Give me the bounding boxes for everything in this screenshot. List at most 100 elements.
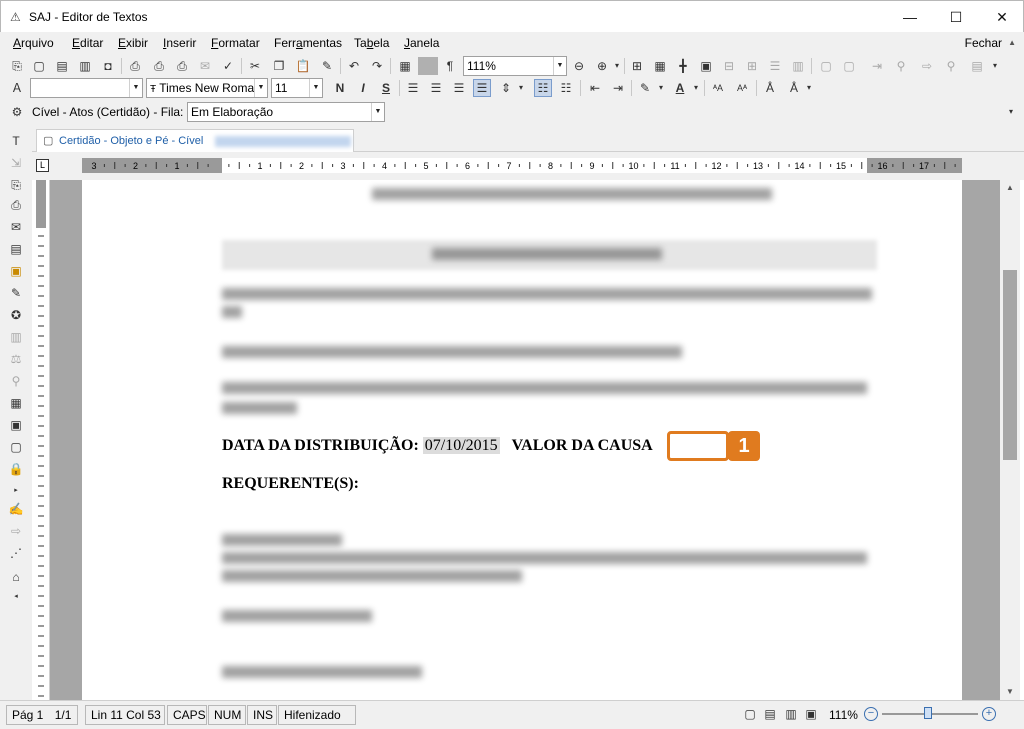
two-pages-view-icon[interactable]: ▣	[803, 706, 819, 722]
insert-icon[interactable]: ⇲	[7, 154, 25, 172]
tree-icon[interactable]: ⚲	[892, 57, 910, 75]
export-icon[interactable]: ⇨	[7, 522, 25, 540]
maximize-button[interactable]: ☐	[933, 1, 979, 33]
sign-icon[interactable]: ✍	[7, 500, 25, 518]
highlight-icon[interactable]: ✎	[636, 79, 654, 97]
chevron-down-icon[interactable]: ▾	[612, 57, 622, 75]
spellcheck-icon[interactable]: ✓	[219, 57, 237, 75]
zoom-select[interactable]: 111% ▼	[463, 56, 567, 76]
underline-button[interactable]: S	[377, 79, 395, 97]
open-folder-icon[interactable]: ▤	[53, 57, 71, 75]
print-options-icon[interactable]: ⎙	[173, 57, 191, 75]
font-select[interactable]: Ŧ Times New Roman ▼	[146, 78, 268, 98]
zoom-out-icon[interactable]: ⊖	[570, 57, 588, 75]
filter-icon[interactable]: ⚲	[942, 57, 960, 75]
scroll-thumb[interactable]	[1003, 270, 1017, 460]
copy-icon[interactable]: ❐	[270, 57, 288, 75]
menu-editar[interactable]: Editar	[72, 36, 103, 50]
new-document-icon[interactable]: ▢	[30, 57, 48, 75]
next-field-icon[interactable]: ⇨	[918, 57, 936, 75]
seal-icon[interactable]: ✪	[7, 306, 25, 324]
align-justify-icon[interactable]: ☰	[473, 79, 491, 97]
print-preview-icon[interactable]: ⎙	[150, 57, 168, 75]
type-tool-icon[interactable]: T	[7, 132, 25, 150]
style-select[interactable]: ▼	[30, 78, 143, 98]
comment-icon[interactable]: ✉	[7, 218, 25, 236]
table-cols-icon[interactable]: ▥	[789, 57, 807, 75]
table-split-icon[interactable]: ⊟	[720, 57, 738, 75]
copy-form-icon[interactable]: ⎘	[7, 176, 25, 194]
chevron-down-icon[interactable]: ▾	[990, 57, 1000, 75]
menu-fechar[interactable]: Fechar	[965, 36, 1002, 50]
table-insert-icon[interactable]: ╋	[674, 57, 692, 75]
decrease-indent-icon[interactable]: ⇤	[586, 79, 604, 97]
menu-formatar[interactable]: Formatar	[211, 36, 260, 50]
document-page[interactable]: DATA DA DISTRIBUIÇÃO: 07/10/2015 VALOR D…	[82, 180, 962, 700]
template-icon[interactable]: ▣	[7, 416, 25, 434]
paragraph-marks-icon[interactable]: ¶	[441, 57, 459, 75]
edit-doc-icon[interactable]: ✎	[7, 284, 25, 302]
scroll-up-icon[interactable]: ▲	[1000, 180, 1020, 196]
table-borders-icon[interactable]: ⊞	[628, 57, 646, 75]
open-recent-icon[interactable]: ▥	[76, 57, 94, 75]
web-view-icon[interactable]: ▥	[783, 706, 799, 722]
menu-janela[interactable]: Janela	[404, 36, 439, 50]
save-icon[interactable]: ◘	[99, 57, 117, 75]
bold-button[interactable]: N	[331, 79, 349, 97]
grow-font-icon[interactable]: ᴬA	[709, 79, 727, 97]
lock-icon[interactable]: 🔒	[7, 460, 25, 478]
share-icon[interactable]: ⋰	[7, 544, 25, 562]
page-view-icon[interactable]: ▢	[742, 706, 758, 722]
chevron-down-icon[interactable]: ▾	[804, 79, 814, 97]
horizontal-ruler[interactable]: 3 2 1 1 2 3 4 5 6 7 8 9 10 11 12 13 14 15 16 17	[82, 158, 962, 173]
chevron-down-icon[interactable]: ▾	[516, 79, 526, 97]
chevron-down-icon[interactable]: ▾	[1004, 103, 1018, 121]
undo-icon[interactable]: ↶	[345, 57, 363, 75]
menu-inserir[interactable]: Inserir	[163, 36, 196, 50]
zoom-in-button[interactable]: +	[982, 707, 996, 721]
align-center-icon[interactable]: ☰	[427, 79, 445, 97]
chevron-right-icon[interactable]: ▸	[7, 482, 25, 500]
format-painter-icon[interactable]: ✎	[318, 57, 336, 75]
chevron-down-icon[interactable]: ▾	[691, 79, 701, 97]
field-nav-icon[interactable]: ⇥	[868, 57, 886, 75]
fila-select[interactable]: Em Elaboração ▼	[187, 102, 385, 122]
font-size-select[interactable]: 11 ▼	[271, 78, 323, 98]
data-distribuicao-value[interactable]: 07/10/2015	[422, 437, 500, 454]
zoom-out-button[interactable]: −	[864, 707, 878, 721]
increase-indent-icon[interactable]: ⇥	[609, 79, 627, 97]
cut-icon[interactable]: ✂	[246, 57, 264, 75]
styles-icon[interactable]: Ａ	[8, 79, 26, 97]
table-cell-icon[interactable]: ▣	[697, 57, 715, 75]
shrink-font-icon[interactable]: Aᴬ	[733, 79, 751, 97]
chevron-left-icon[interactable]: ◂	[7, 588, 25, 606]
form-icon[interactable]: ▤	[7, 240, 25, 258]
bullet-list-icon[interactable]: ☷	[534, 79, 552, 97]
document-icon[interactable]: ▢	[7, 438, 25, 456]
list-icon[interactable]: ▤	[968, 57, 986, 75]
table-rows-icon[interactable]: ☰	[766, 57, 784, 75]
align-right-icon[interactable]: ☰	[450, 79, 468, 97]
replace-icon[interactable]: Å	[785, 79, 803, 97]
table-delete-icon[interactable]: ▢	[817, 57, 835, 75]
vertical-scrollbar[interactable]: ▲ ▼	[1000, 180, 1020, 700]
find-icon[interactable]: Å	[761, 79, 779, 97]
table-props-icon[interactable]: ▢	[840, 57, 858, 75]
menu-ferramentas[interactable]: Ferramentas	[274, 36, 342, 50]
valor-causa-field[interactable]	[667, 431, 729, 461]
font-color-icon[interactable]: A	[671, 79, 689, 97]
tab-certidao[interactable]: ▢ Certidão - Objeto e Pé - Cível	[36, 129, 354, 152]
field-icon[interactable]: ▣	[7, 262, 25, 280]
table-grid-icon[interactable]: ▦	[651, 57, 669, 75]
zoom-slider-thumb[interactable]	[924, 707, 932, 719]
chevron-down-icon[interactable]: ▾	[656, 79, 666, 97]
align-left-icon[interactable]: ☰	[404, 79, 422, 97]
close-button[interactable]: ✕	[979, 1, 1024, 33]
italic-button[interactable]: I	[354, 79, 372, 97]
stamp-icon[interactable]: ⎙	[7, 196, 25, 214]
color-block[interactable]	[418, 57, 438, 75]
columns-icon[interactable]: ▥	[7, 328, 25, 346]
calendar-icon[interactable]: ▦	[7, 394, 25, 412]
tab-stop-icon[interactable]: L	[36, 159, 49, 172]
draft-view-icon[interactable]: ▤	[762, 706, 778, 722]
